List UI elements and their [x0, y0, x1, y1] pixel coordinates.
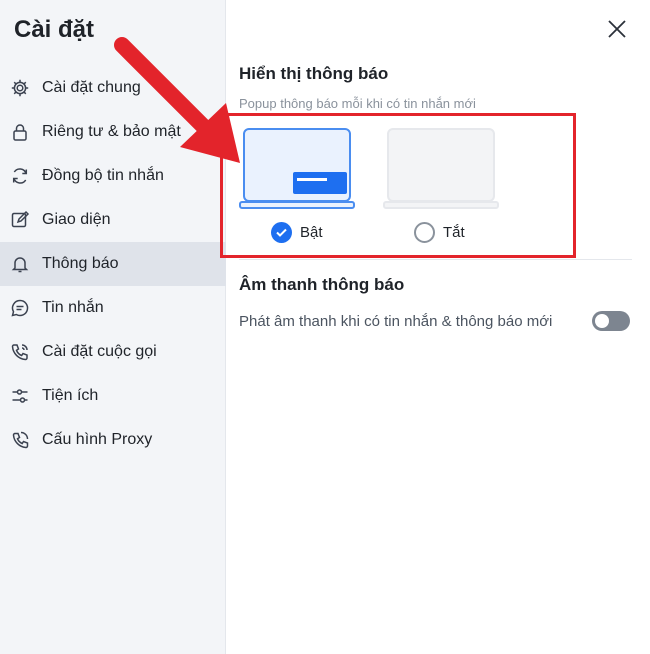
highlight-box [220, 113, 576, 258]
section-divider [239, 259, 632, 260]
sidebar-item-calls[interactable]: Cài đặt cuộc gọi [0, 330, 226, 374]
sidebar-item-label: Đồng bộ tin nhắn [42, 167, 164, 184]
sidebar-item-label: Giao diện [42, 211, 111, 228]
sidebar-item-label: Cài đặt chung [42, 79, 141, 96]
sidebar-item-label: Thông báo [42, 255, 119, 272]
gear-icon [10, 78, 30, 98]
settings-content: Hiển thị thông báo Popup thông báo mỗi k… [220, 0, 650, 654]
display-section-title: Hiển thị thông báo [239, 64, 389, 83]
chat-icon [10, 298, 30, 318]
sync-icon [10, 166, 30, 186]
sidebar-nav: Cài đặt chung Riêng tư & bảo mật Đồng bộ… [0, 66, 226, 462]
sidebar-title: Cài đặt [14, 16, 95, 43]
sidebar-item-label: Tin nhắn [42, 299, 104, 316]
sidebar-item-sync[interactable]: Đồng bộ tin nhắn [0, 154, 226, 198]
sound-section-title: Âm thanh thông báo [239, 275, 405, 294]
sidebar-item-privacy[interactable]: Riêng tư & bảo mật [0, 110, 226, 154]
lock-icon [10, 122, 30, 142]
edit-icon [10, 210, 30, 230]
sliders-icon [10, 386, 30, 406]
sidebar-item-proxy[interactable]: Cấu hình Proxy [0, 418, 226, 462]
sidebar-item-appearance[interactable]: Giao diện [0, 198, 226, 242]
bell-icon [10, 254, 30, 274]
toggle-knob [595, 314, 609, 328]
close-icon [608, 20, 626, 38]
settings-sidebar: Cài đặt Cài đặt chung Riêng tư & bảo mật [0, 0, 226, 654]
sound-section-description: Phát âm thanh khi có tin nhắn & thông bá… [239, 313, 553, 330]
display-section-description: Popup thông báo mỗi khi có tin nhắn mới [239, 96, 476, 111]
proxy-icon [10, 430, 30, 450]
sound-toggle[interactable] [592, 311, 630, 331]
sidebar-item-label: Cấu hình Proxy [42, 431, 153, 448]
close-button[interactable] [604, 16, 630, 42]
sidebar-item-label: Cài đặt cuộc gọi [42, 343, 157, 360]
sidebar-item-messages[interactable]: Tin nhắn [0, 286, 226, 330]
sidebar-item-notifications[interactable]: Thông báo [0, 242, 226, 286]
sidebar-item-utilities[interactable]: Tiện ích [0, 374, 226, 418]
phone-icon [10, 342, 30, 362]
sidebar-item-label: Riêng tư & bảo mật [42, 123, 181, 140]
sidebar-item-general[interactable]: Cài đặt chung [0, 66, 226, 110]
sidebar-item-label: Tiện ích [42, 387, 99, 404]
